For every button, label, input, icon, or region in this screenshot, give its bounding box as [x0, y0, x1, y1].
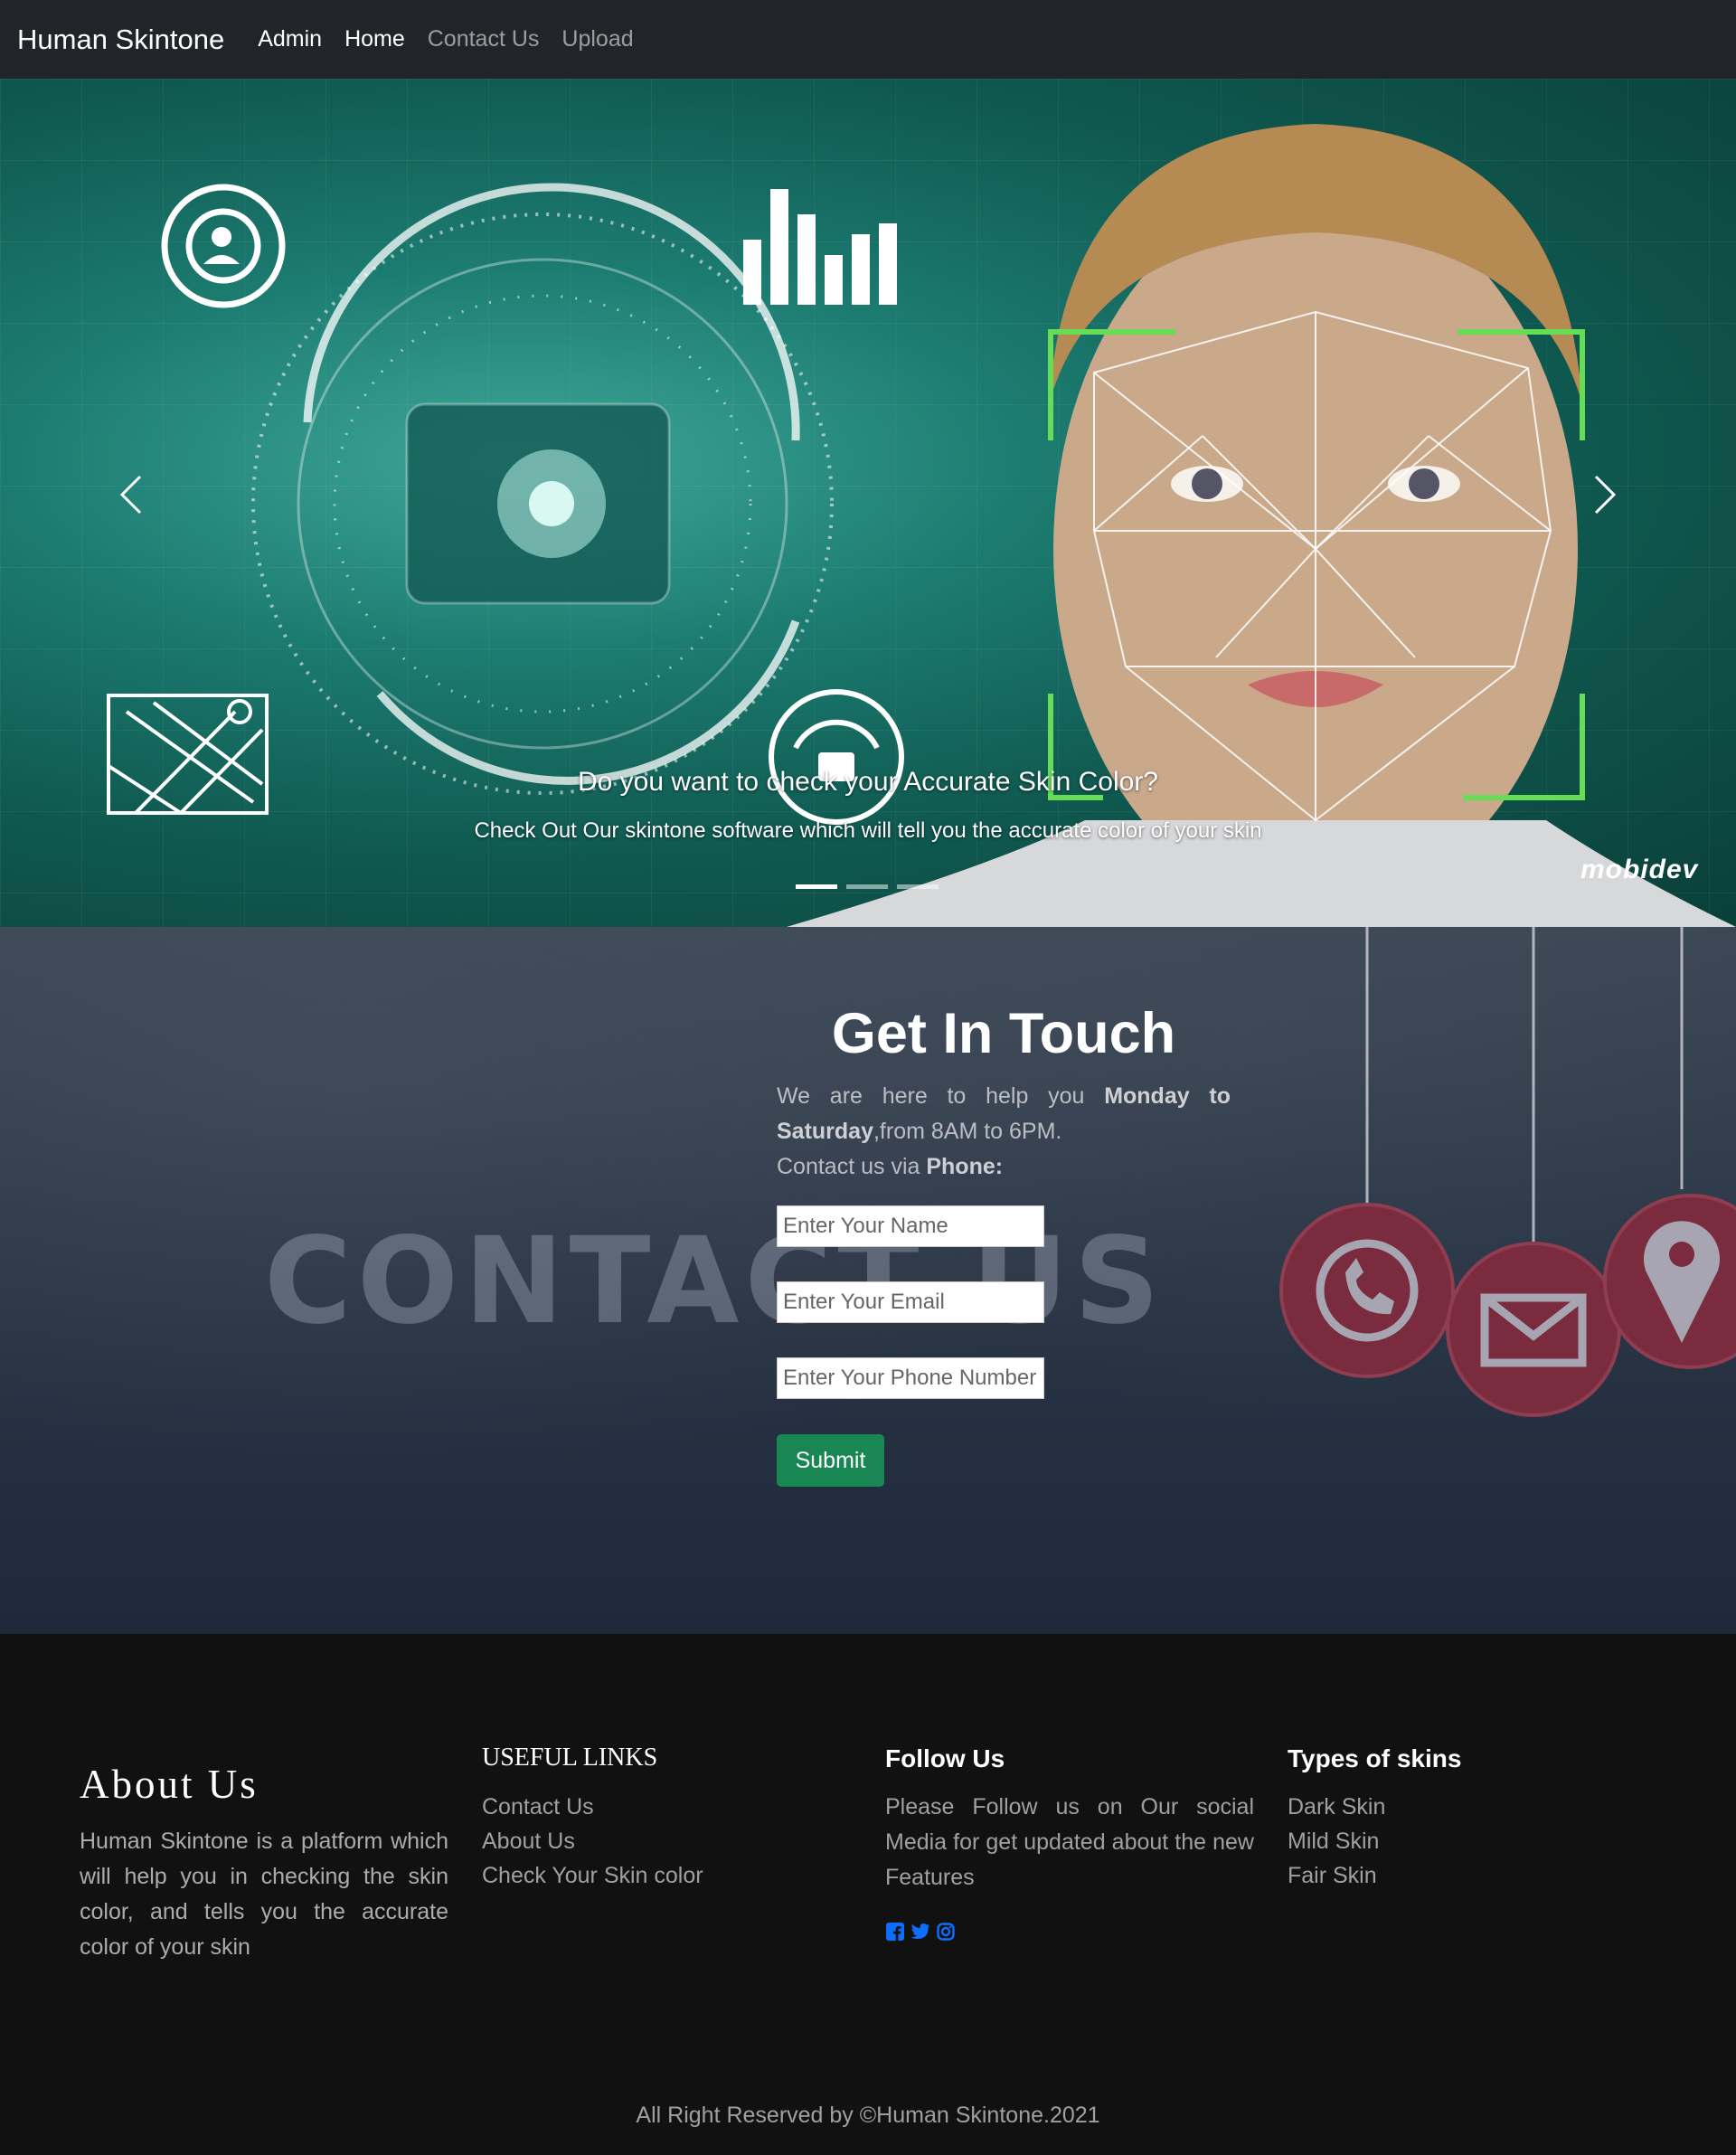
bar-chart-icon: [743, 189, 897, 305]
contact-description: We are here to help you Monday to Saturd…: [777, 1079, 1231, 1185]
phone-tag-icon: [1279, 1203, 1455, 1378]
mobidev-watermark: mobidev: [1580, 855, 1699, 884]
instagram-icon[interactable]: [936, 1922, 956, 1942]
footer-link-fair-skin[interactable]: Fair Skin: [1288, 1858, 1385, 1893]
copyright-text: All Right Reserved by ©Human Skintone.20…: [636, 2103, 1100, 2128]
carousel-indicators: [796, 884, 939, 889]
chevron-left-icon: [120, 475, 142, 515]
name-input[interactable]: [777, 1205, 1044, 1247]
carousel-indicator-1[interactable]: [796, 884, 837, 889]
contact-title: Get In Touch: [831, 1002, 1176, 1065]
contact-text-via: Contact us via: [777, 1154, 927, 1179]
footer-about-text: Human Skintone is a platform which will …: [80, 1829, 448, 1960]
carousel-caption-text: Check Out Our skintone software which wi…: [474, 818, 1262, 843]
phone-input[interactable]: [777, 1357, 1044, 1399]
facebook-icon[interactable]: [885, 1922, 905, 1942]
footer-link-mild-skin[interactable]: Mild Skin: [1288, 1824, 1385, 1858]
contact-text-phone: Phone:: [926, 1154, 1004, 1179]
carousel-indicator-3[interactable]: [897, 884, 939, 889]
footer-follow-title: Follow Us: [885, 1744, 1005, 1772]
navbar: Human Skintone Admin Home Contact Us Upl…: [0, 0, 1736, 79]
social-links: [885, 1922, 956, 1942]
contact-text-intro: We are here to help you: [777, 1083, 1105, 1109]
footer-useful-links-title: USEFUL LINKS: [482, 1744, 658, 1772]
nav-link-upload[interactable]: Upload: [561, 26, 633, 52]
carousel-next-button[interactable]: [1587, 468, 1623, 522]
nav-link-home[interactable]: Home: [344, 26, 405, 52]
footer-link-check-skin-color[interactable]: Check Your Skin color: [482, 1858, 703, 1893]
hero-carousel: Do you want to check your Accurate Skin …: [0, 79, 1736, 927]
location-tag-icon: [1603, 1194, 1736, 1369]
footer-link-contact-us[interactable]: Contact Us: [482, 1790, 703, 1824]
carousel-indicator-2[interactable]: [846, 884, 888, 889]
contact-section: CONTACT US Get In Touch We are here to h…: [0, 927, 1736, 1634]
nav-link-admin[interactable]: Admin: [258, 26, 322, 52]
twitter-icon[interactable]: [910, 1922, 930, 1942]
footer-about-title: About Us: [80, 1762, 259, 1807]
mail-tag-icon: [1446, 1242, 1621, 1417]
chevron-right-icon: [1594, 475, 1616, 515]
footer-types-title: Types of skins: [1288, 1744, 1462, 1772]
footer-link-dark-skin[interactable]: Dark Skin: [1288, 1790, 1385, 1824]
email-input[interactable]: [777, 1281, 1044, 1323]
footer-skin-types: Dark Skin Mild Skin Fair Skin: [1288, 1790, 1385, 1893]
face-recognition-illustration: [107, 124, 1736, 927]
footer-follow-text: Please Follow us on Our social Media for…: [885, 1794, 1254, 1890]
carousel-prev-button[interactable]: [113, 468, 149, 522]
footer-useful-links: Contact Us About Us Check Your Skin colo…: [482, 1790, 703, 1893]
submit-button[interactable]: Submit: [777, 1434, 884, 1487]
carousel-caption-title: Do you want to check your Accurate Skin …: [578, 767, 1158, 797]
footer-link-about-us[interactable]: About Us: [482, 1824, 703, 1858]
brand-logo-link[interactable]: Human Skintone: [17, 24, 224, 56]
contact-text-hours: ,from 8AM to 6PM.: [873, 1119, 1062, 1144]
nav-link-contact-us[interactable]: Contact Us: [428, 26, 540, 52]
footer: About Us Human Skintone is a platform wh…: [0, 1634, 1736, 2155]
